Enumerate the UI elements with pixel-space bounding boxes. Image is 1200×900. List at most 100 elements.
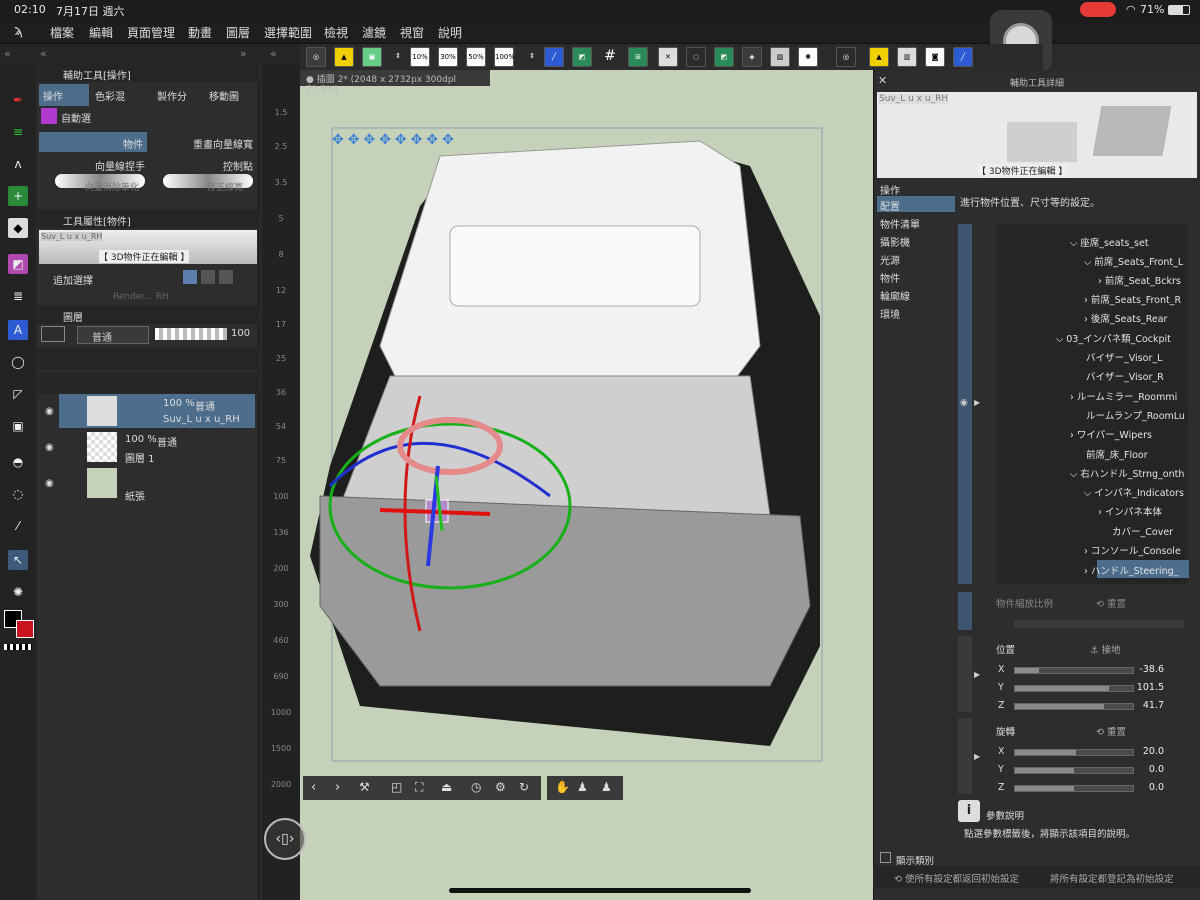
scale-reset-button[interactable]: ⟲ 重置 xyxy=(1096,596,1126,610)
3d-move-icons[interactable]: ✥✥✥✥✥✥✥✥ xyxy=(332,132,458,148)
cmd-icon-10[interactable]: ▨ xyxy=(770,47,790,67)
tree-item[interactable]: ルームランプ_RoomLu xyxy=(1086,408,1185,422)
eye-icon-tree[interactable]: ◉ xyxy=(960,398,968,408)
pos-x-slider[interactable] xyxy=(1014,667,1134,674)
tree-item[interactable]: › 後席_Seats_Rear xyxy=(1084,311,1167,325)
plus-icon[interactable]: + xyxy=(8,186,28,206)
sub-color-swatch[interactable] xyxy=(16,620,34,638)
sub-tool-tab-make[interactable]: 製作分 xyxy=(157,88,187,103)
menu-file[interactable]: 檔案 xyxy=(50,24,74,41)
sub-tool-vector[interactable]: 向量消除筆化 xyxy=(85,180,139,193)
nav-object-list[interactable]: 物件清單 xyxy=(880,216,920,231)
add-select-mode-3[interactable] xyxy=(219,270,233,284)
position-label[interactable]: 位置 xyxy=(996,642,1015,656)
show-category-label[interactable]: 顯示類別 xyxy=(896,853,934,867)
add-select-mode-1[interactable] xyxy=(183,270,197,284)
pose-icon-2[interactable]: ♟ xyxy=(601,780,612,794)
eye-icon[interactable]: ◉ xyxy=(45,406,54,417)
cmd-icon-7[interactable]: ◌ xyxy=(686,47,706,67)
tree-item[interactable]: ⌵ インパネ_Indicators xyxy=(1084,485,1184,499)
menu-layer[interactable]: 圖層 xyxy=(226,24,250,41)
cmd-icon-3[interactable]: ▣ xyxy=(362,47,382,67)
menu-edit[interactable]: 編輯 xyxy=(89,24,113,41)
cmd-zoom-50[interactable]: 50% xyxy=(466,47,486,67)
cmd-icon-13[interactable]: ▲ xyxy=(869,47,889,67)
rotate-icon[interactable]: ↻ xyxy=(519,780,529,794)
app-logo-icon[interactable]: ϡ xyxy=(14,23,23,39)
cmd-icon-8[interactable]: ◩ xyxy=(714,47,734,67)
cmd-icon-2[interactable]: ▲ xyxy=(334,47,354,67)
position-column[interactable] xyxy=(958,636,972,712)
collapse-icon-2[interactable]: « xyxy=(40,47,47,60)
close-icon[interactable]: ✕ xyxy=(878,74,887,87)
sub-tool-control[interactable]: 控制點 xyxy=(223,158,253,173)
sub-tool-tab-move[interactable]: 移動圖 xyxy=(209,88,239,103)
pos-y-value[interactable]: 101.5 xyxy=(1128,682,1164,693)
nav-operation[interactable]: 操作 xyxy=(880,182,900,197)
scale-slider[interactable] xyxy=(1014,620,1184,628)
show-category-checkbox[interactable] xyxy=(880,852,891,863)
pos-z-slider[interactable] xyxy=(1014,703,1134,710)
menu-view[interactable]: 檢視 xyxy=(324,24,348,41)
sub-tool-auto[interactable]: 自動選 xyxy=(61,110,91,125)
camera-icon[interactable]: ◰ xyxy=(391,780,402,794)
canvas-tab[interactable]: ● 插圖 2* (2048 x 2732px 300dpl 71.5%) xyxy=(300,70,490,95)
hatch-icon[interactable]: ≣ xyxy=(8,286,28,306)
tree-item[interactable]: バイザー_Visor_R xyxy=(1086,369,1164,383)
cmd-pen-icon[interactable]: ╱ xyxy=(544,47,564,67)
brush-icon[interactable]: ᴧ xyxy=(8,154,28,174)
prev-icon[interactable]: ‹ xyxy=(311,780,316,795)
nav-light[interactable]: 光源 xyxy=(880,252,900,267)
cmd-icon-14[interactable]: ▥ xyxy=(897,47,917,67)
menu-animation[interactable]: 動畫 xyxy=(188,24,212,41)
cmd-icon-12[interactable]: ◎ xyxy=(836,47,856,67)
rotation-reset-button[interactable]: ⟲ 重置 xyxy=(1096,724,1126,738)
pose-icon[interactable]: ♟ xyxy=(577,780,588,794)
scale-label[interactable]: 物件縮放比例 xyxy=(996,596,1053,610)
menu-page[interactable]: 頁面管理 xyxy=(127,24,175,41)
rot-x-value[interactable]: 20.0 xyxy=(1128,746,1164,757)
balloon-icon[interactable]: ◯ xyxy=(8,352,28,372)
ruler-tool-icon[interactable]: ◸ xyxy=(8,384,28,404)
car-3d-model[interactable] xyxy=(300,86,873,776)
lasso-icon[interactable]: ◌ xyxy=(8,484,28,504)
fill-icon[interactable]: ◩ xyxy=(8,254,28,274)
menu-help[interactable]: 說明 xyxy=(438,24,462,41)
tree-item[interactable]: › インパネ本体 xyxy=(1098,504,1162,518)
3d-move-toolbar[interactable]: ✥✥✥✥✥✥✥✥ xyxy=(332,132,498,150)
nav-object[interactable]: 物件 xyxy=(880,270,900,285)
ground-button[interactable]: ⚓ 接地 xyxy=(1090,642,1121,656)
expand-icon[interactable]: » xyxy=(240,47,247,60)
wrench-icon[interactable]: ⚒ xyxy=(359,780,370,794)
tree-item[interactable]: ⌵ 座席_seats_set xyxy=(1070,235,1149,249)
nav-placement[interactable]: 配置 xyxy=(880,198,900,213)
tree-expand-arrow-icon[interactable]: ▶ xyxy=(974,398,980,407)
cmd-icon-6[interactable]: ✕ xyxy=(658,47,678,67)
hand-icon[interactable]: ✋ xyxy=(555,780,570,794)
add-select-mode-2[interactable] xyxy=(201,270,215,284)
ground-icon[interactable]: ⏏ xyxy=(441,780,452,794)
tree-item[interactable]: ⌵ 前席_Seats_Front_L xyxy=(1084,254,1183,268)
scale-visibility-column[interactable] xyxy=(958,592,972,630)
menu-selection[interactable]: 選擇範圍 xyxy=(264,24,312,41)
sub-tool-handle[interactable]: 向量線捏手 xyxy=(95,158,145,173)
eye-icon-3[interactable]: ◉ xyxy=(45,478,54,489)
nav-camera[interactable]: 攝影機 xyxy=(880,234,910,249)
tree-item[interactable]: 前席_床_Floor xyxy=(1086,447,1148,461)
tree-item-selected[interactable]: › ハンドル_Steering_ xyxy=(1084,563,1178,577)
pos-x-value[interactable]: -38.6 xyxy=(1128,664,1164,675)
pos-z-value[interactable]: 41.7 xyxy=(1128,700,1164,711)
cmd-icon-9[interactable]: ◈ xyxy=(742,47,762,67)
cmd-arrows-icon[interactable]: ⇕ xyxy=(388,47,408,67)
collapse-icon[interactable]: « xyxy=(4,47,11,60)
pos-y-slider[interactable] xyxy=(1014,685,1134,692)
cmd-icon-5[interactable]: ⊞ xyxy=(628,47,648,67)
position-expand-icon[interactable]: ▶ xyxy=(974,670,980,679)
next-icon[interactable]: › xyxy=(335,780,340,795)
sub-tool-width[interactable]: 修正線寬 xyxy=(207,180,243,193)
layout-toggle-button[interactable]: ‹▯› xyxy=(264,818,306,860)
transparent-color-icon[interactable] xyxy=(4,644,32,650)
grid-icon[interactable]: # xyxy=(600,47,620,67)
rotation-label[interactable]: 旋轉 xyxy=(996,724,1015,738)
tree-item[interactable]: ⌵ 03_インパネ類_Cockpit xyxy=(1056,331,1171,345)
